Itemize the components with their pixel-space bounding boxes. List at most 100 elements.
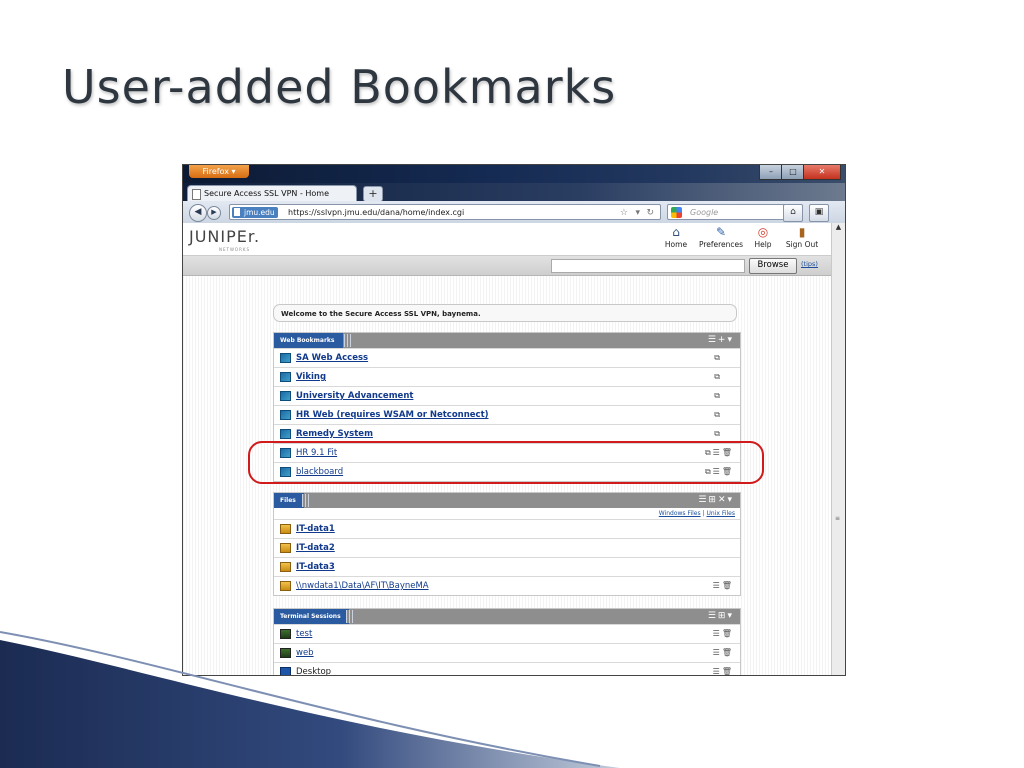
folder-icon [280, 562, 291, 572]
star-icon[interactable]: ☆ [620, 205, 628, 221]
file-row[interactable]: IT-data3 [274, 557, 740, 576]
panel-actions[interactable]: ☰⊞✕▾ [698, 493, 734, 508]
web-bookmarks-header: Web Bookmarks ☰+▾ [274, 333, 740, 348]
nav-sign-out-label: Sign Out [785, 240, 819, 249]
nav-home-label: Home [664, 240, 688, 249]
window-titlebar: Firefox ▾ – □ ✕ [183, 165, 845, 183]
home-toolbar-button[interactable]: ⌂ [783, 204, 803, 222]
files-header: Files ☰⊞✕▾ [274, 493, 740, 508]
ridges-decoration [346, 610, 354, 623]
slide-swoosh-decoration [0, 631, 620, 768]
bookmark-row[interactable]: SA Web Access ⧉ [274, 348, 740, 367]
bookmark-link[interactable]: Viking [296, 368, 326, 386]
folder-icon [280, 543, 291, 553]
forward-button[interactable]: ▶ [207, 206, 221, 220]
user-bookmarks-highlight [248, 441, 764, 484]
portal-search-input[interactable] [551, 259, 745, 273]
file-link[interactable]: IT-data1 [296, 520, 335, 538]
ridges-decoration [344, 334, 352, 347]
new-tab-button[interactable]: + [363, 186, 383, 202]
files-panel: Files ☰⊞✕▾ Windows Files | Unix Files IT… [273, 492, 741, 596]
nav-help-label: Help [754, 240, 772, 249]
session-actions[interactable]: ☰🗑 [713, 663, 734, 675]
extension-toolbar-button[interactable]: ▣ [809, 204, 829, 222]
bookmark-icon [280, 429, 291, 439]
slide-title: User-added Bookmarks [62, 60, 617, 114]
session-actions[interactable]: ☰🗑 [713, 644, 734, 662]
url-text: https://sslvpn.jmu.edu/dana/home/index.c… [288, 208, 465, 217]
reload-icon[interactable]: ↻ [646, 205, 654, 221]
open-new-window-icon[interactable]: ⧉ [714, 406, 722, 424]
juniper-logo-sub: NETWORKS [219, 247, 251, 252]
terminal-sessions-header: Terminal Sessions ☰⊞▾ [274, 609, 740, 624]
bookmark-row[interactable]: Viking ⧉ [274, 367, 740, 386]
search-box[interactable]: Google ⌕ [667, 204, 795, 220]
vertical-scrollbar[interactable]: ▲ ≡ [831, 223, 845, 675]
wrench-icon: ✎ [715, 225, 727, 239]
address-bar[interactable]: jmu.edu https://sslvpn.jmu.edu/dana/home… [229, 204, 661, 220]
folder-icon [280, 581, 291, 591]
bookmark-icon [280, 372, 291, 382]
panel-actions[interactable]: ☰⊞▾ [708, 609, 734, 624]
terminal-sessions-title: Terminal Sessions [274, 609, 349, 624]
tab-title: Secure Access SSL VPN - Home [204, 189, 330, 198]
search-placeholder: Google [690, 208, 719, 217]
tips-link[interactable]: (tips) [801, 260, 818, 268]
browser-tab[interactable]: Secure Access SSL VPN - Home [187, 185, 357, 201]
bookmark-icon [280, 391, 291, 401]
site-identity-badge[interactable]: jmu.edu [232, 207, 278, 218]
scroll-grip-icon[interactable]: ≡ [835, 515, 840, 522]
bookmark-link[interactable]: HR Web (requires WSAM or Netconnect) [296, 406, 489, 424]
portal-header: JUNIPEr. NETWORKS ⌂ Home ✎ Preferences ◎… [183, 223, 831, 256]
close-button[interactable]: ✕ [803, 165, 841, 180]
file-type-links: Windows Files | Unix Files [274, 508, 740, 519]
home-icon: ⌂ [672, 225, 680, 239]
firefox-menu-button[interactable]: Firefox ▾ [189, 165, 249, 178]
nav-help[interactable]: ◎ Help [751, 225, 775, 249]
nav-home[interactable]: ⌂ Home [661, 225, 691, 249]
minimize-button[interactable]: – [759, 165, 783, 180]
bookmark-row[interactable]: HR Web (requires WSAM or Netconnect) ⧉ [274, 405, 740, 424]
file-link[interactable]: IT-data3 [296, 558, 335, 576]
dropdown-icon[interactable]: ▾ [635, 205, 640, 221]
file-link[interactable]: IT-data2 [296, 539, 335, 557]
files-title: Files [274, 493, 304, 508]
page-icon [192, 189, 201, 200]
portal-search-strip: Browse (tips) [183, 256, 831, 276]
file-row[interactable]: IT-data1 [274, 519, 740, 538]
tab-bar: Secure Access SSL VPN - Home + [183, 183, 845, 202]
nav-sign-out[interactable]: ▮ Sign Out [781, 225, 823, 249]
bookmark-link[interactable]: SA Web Access [296, 349, 368, 367]
windows-files-link[interactable]: Windows Files [659, 510, 701, 517]
open-new-window-icon[interactable]: ⧉ [714, 368, 722, 386]
bookmark-row[interactable]: University Advancement ⧉ [274, 386, 740, 405]
maximize-button[interactable]: □ [781, 165, 805, 180]
navigation-toolbar: ◀ ▶ jmu.edu https://sslvpn.jmu.edu/dana/… [183, 201, 845, 224]
scroll-up-icon[interactable]: ▲ [832, 223, 845, 235]
nav-preferences-label: Preferences [698, 240, 744, 249]
door-icon: ▮ [798, 225, 806, 239]
ridges-decoration [302, 494, 310, 507]
folder-icon [280, 524, 291, 534]
file-row[interactable]: IT-data2 [274, 538, 740, 557]
bookmark-link[interactable]: University Advancement [296, 387, 413, 405]
browse-button[interactable]: Browse [749, 258, 797, 274]
unix-files-link[interactable]: Unix Files [707, 510, 736, 517]
back-button[interactable]: ◀ [189, 204, 207, 222]
welcome-banner: Welcome to the Secure Access SSL VPN, ba… [273, 304, 737, 322]
open-new-window-icon[interactable]: ⧉ [714, 387, 722, 405]
file-row[interactable]: \\nwdata1\Data\AF\IT\BayneMA ☰🗑 [274, 576, 740, 595]
bookmark-icon [280, 410, 291, 420]
session-actions[interactable]: ☰🗑 [713, 625, 734, 643]
web-bookmarks-title: Web Bookmarks [274, 333, 343, 348]
panel-actions[interactable]: ☰+▾ [708, 333, 734, 348]
nav-preferences[interactable]: ✎ Preferences [695, 225, 747, 249]
file-actions[interactable]: ☰🗑 [713, 577, 734, 595]
browser-screenshot: Firefox ▾ – □ ✕ Secure Access SSL VPN - … [182, 164, 846, 676]
file-link[interactable]: \\nwdata1\Data\AF\IT\BayneMA [296, 577, 429, 595]
open-new-window-icon[interactable]: ⧉ [714, 349, 722, 367]
lifebuoy-icon: ◎ [757, 225, 769, 239]
juniper-logo: JUNIPEr. [189, 227, 261, 246]
google-icon [671, 207, 682, 218]
link-separator: | [702, 510, 705, 517]
